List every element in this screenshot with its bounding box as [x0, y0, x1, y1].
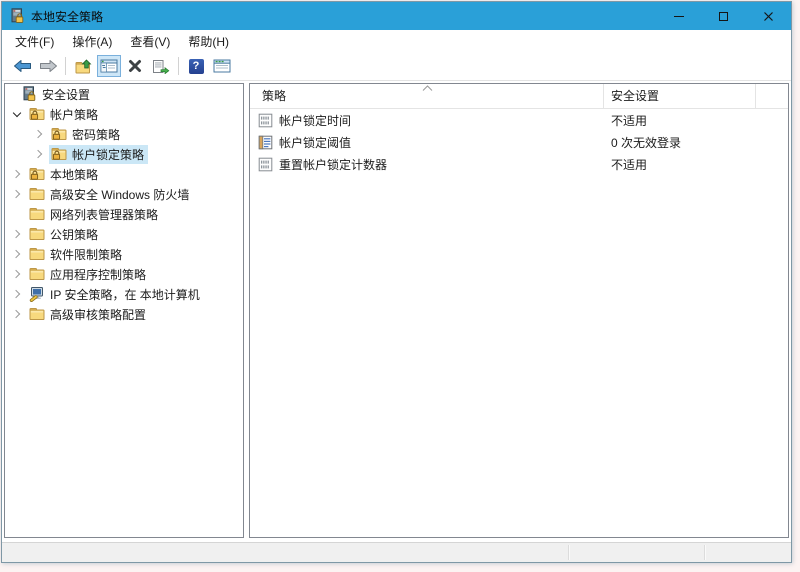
setting-value: 不适用 — [611, 113, 648, 128]
policy-row-lockout-threshold[interactable]: 帐户锁定阈值 0 次无效登录 — [250, 131, 788, 153]
tree-item-password-policy[interactable]: 密码策略 — [5, 124, 243, 144]
policy-defined-icon — [258, 135, 273, 150]
menu-help[interactable]: 帮助(H) — [179, 30, 238, 53]
setting-value: 0 次无效登录 — [611, 135, 682, 150]
forward-button[interactable] — [36, 55, 60, 77]
menubar: 文件(F) 操作(A) 查看(V) 帮助(H) — [2, 30, 791, 52]
tree-item-network-list-manager[interactable]: 网络列表管理器策略 — [5, 204, 243, 224]
folder-icon — [29, 226, 45, 242]
folder-lock-icon — [29, 106, 45, 122]
folder-icon — [29, 186, 45, 202]
console-tree-pane[interactable]: 安全设置 帐户策略 密码策略 帐户锁定策略 本地策略 高级安全 Windows … — [4, 83, 244, 538]
minimize-button[interactable] — [656, 2, 701, 30]
folder-lock-icon — [51, 126, 67, 142]
chevron-placeholder — [9, 206, 25, 222]
menu-file[interactable]: 文件(F) — [6, 30, 63, 53]
tree-item-local-policies[interactable]: 本地策略 — [5, 164, 243, 184]
tree-item-application-control[interactable]: 应用程序控制策略 — [5, 264, 243, 284]
policy-list-pane[interactable]: 策略 安全设置 帐户锁定时间 不适用 帐户锁定阈值 0 次无效登录 重置帐户锁定… — [249, 83, 789, 538]
help-icon: ? — [188, 58, 204, 74]
policy-row-lockout-duration[interactable]: 帐户锁定时间 不适用 — [250, 109, 788, 131]
window-controls — [656, 2, 791, 30]
maximize-button[interactable] — [701, 2, 746, 30]
toolbar-separator — [65, 57, 66, 75]
statusbar-divider — [704, 545, 706, 560]
console-tree-toggle-button[interactable] — [97, 55, 121, 77]
chevron-right-icon[interactable] — [9, 166, 25, 182]
tree-item-advanced-audit[interactable]: 高级审核策略配置 — [5, 304, 243, 324]
close-button[interactable] — [746, 2, 791, 30]
titlebar[interactable]: 本地安全策略 — [2, 2, 791, 30]
setting-value: 不适用 — [611, 157, 648, 172]
tree-item-windows-firewall[interactable]: 高级安全 Windows 防火墙 — [5, 184, 243, 204]
folder-icon — [29, 206, 45, 222]
screen: 本地安全策略 文件(F) 操作(A) 查看(V) 帮助(H) ? 安全设置 帐户… — [0, 0, 800, 572]
help-button[interactable]: ? — [184, 55, 208, 77]
menu-view[interactable]: 查看(V) — [121, 30, 179, 53]
tree-item-software-restriction[interactable]: 软件限制策略 — [5, 244, 243, 264]
main-area: 安全设置 帐户策略 密码策略 帐户锁定策略 本地策略 高级安全 Windows … — [2, 81, 791, 542]
statusbar — [2, 542, 791, 562]
back-button[interactable] — [10, 55, 34, 77]
toolbar-separator — [178, 57, 179, 75]
tree-item-public-key-policies[interactable]: 公钥策略 — [5, 224, 243, 244]
chevron-right-icon[interactable] — [9, 226, 25, 242]
local-security-policy-window: 本地安全策略 文件(F) 操作(A) 查看(V) 帮助(H) ? 安全设置 帐户… — [1, 1, 792, 563]
chevron-right-icon[interactable] — [9, 186, 25, 202]
app-icon — [9, 8, 25, 24]
export-list-button[interactable] — [149, 55, 173, 77]
chevron-right-icon[interactable] — [31, 146, 47, 162]
policy-undefined-icon — [258, 113, 273, 128]
close-icon — [764, 11, 773, 21]
toolbar: ? — [2, 52, 791, 81]
policy-undefined-icon — [258, 157, 273, 172]
column-header-policy[interactable]: 策略 — [262, 84, 286, 108]
folder-lock-icon — [29, 166, 45, 182]
tree-item-ip-security[interactable]: IP 安全策略，在 本地计算机 — [5, 284, 243, 304]
maximize-icon — [719, 11, 728, 21]
folder-icon — [29, 266, 45, 282]
list-header: 策略 安全设置 — [250, 84, 788, 109]
export-list-icon — [153, 59, 170, 74]
menu-action[interactable]: 操作(A) — [63, 30, 121, 53]
console-tree-icon — [100, 59, 118, 73]
window-title: 本地安全策略 — [31, 9, 104, 24]
chevron-right-icon[interactable] — [9, 246, 25, 262]
ip-security-icon — [29, 286, 45, 302]
tree-item-security-settings[interactable]: 安全设置 — [5, 84, 243, 104]
tree-item-account-lockout-policy[interactable]: 帐户锁定策略 — [5, 144, 243, 164]
column-divider[interactable] — [755, 84, 756, 108]
tree-item-account-policies[interactable]: 帐户策略 — [5, 104, 243, 124]
action-pane-button[interactable] — [210, 55, 234, 77]
up-level-button[interactable] — [71, 55, 95, 77]
selected-tree-item[interactable]: 帐户锁定策略 — [49, 144, 149, 164]
back-arrow-icon — [13, 60, 31, 72]
policy-row-reset-counter[interactable]: 重置帐户锁定计数器 不适用 — [250, 153, 788, 175]
chevron-down-icon[interactable] — [9, 106, 25, 122]
folder-icon — [29, 246, 45, 262]
delete-x-icon — [129, 60, 141, 72]
chevron-right-icon[interactable] — [9, 286, 25, 302]
chevron-right-icon[interactable] — [9, 266, 25, 282]
folder-up-icon — [75, 58, 91, 73]
chevron-right-icon[interactable] — [9, 306, 25, 322]
security-settings-icon — [21, 86, 37, 102]
forward-arrow-icon — [39, 60, 57, 72]
column-divider[interactable] — [603, 84, 604, 108]
statusbar-divider — [568, 545, 570, 560]
delete-button[interactable] — [123, 55, 147, 77]
column-header-setting[interactable]: 安全设置 — [611, 84, 659, 108]
sort-ascending-icon — [422, 85, 433, 91]
folder-lock-icon — [51, 146, 67, 162]
minimize-icon — [673, 15, 684, 17]
action-pane-icon — [213, 59, 231, 73]
folder-icon — [29, 306, 45, 322]
chevron-right-icon[interactable] — [31, 126, 47, 142]
